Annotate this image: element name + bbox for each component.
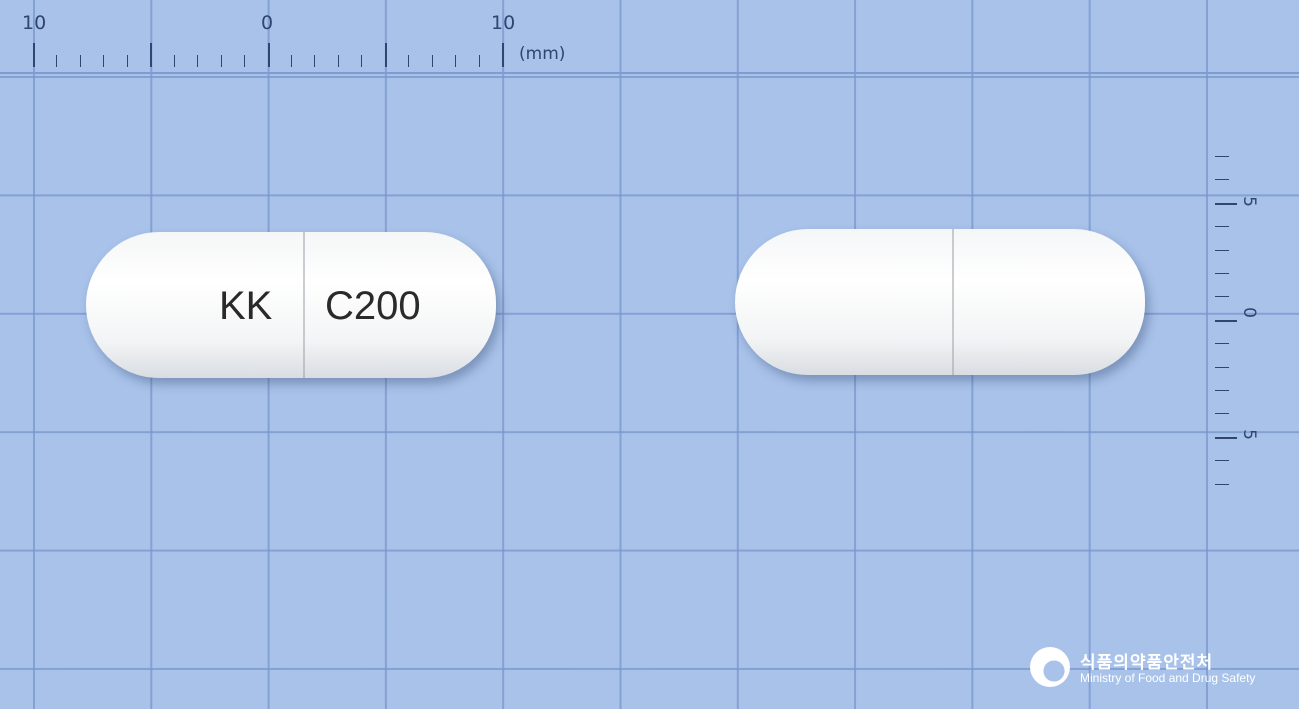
vruler-tick	[1215, 460, 1229, 462]
ruler-tick	[173, 55, 175, 67]
mfds-logo-icon	[1030, 647, 1070, 687]
vruler-tick	[1215, 296, 1229, 298]
vruler-tick	[1215, 156, 1229, 157]
imprint-c200: C200	[325, 284, 421, 328]
ruler-tick	[126, 55, 128, 67]
capsule-front-seam	[303, 232, 305, 378]
ruler-tick	[244, 55, 246, 67]
ruler-tick	[361, 55, 363, 67]
vruler-label-top-5: 5	[1238, 196, 1259, 207]
ruler-tick	[56, 55, 58, 67]
ruler-label-0: 0	[261, 12, 274, 34]
vruler-tick	[1215, 483, 1229, 485]
vruler-tick	[1215, 273, 1229, 274]
vruler-tick	[1215, 202, 1237, 205]
ruler-tick	[478, 55, 480, 67]
vruler-tick	[1215, 343, 1229, 345]
ruler-tick	[33, 43, 35, 67]
ruler-tick	[384, 43, 387, 67]
ruler-tick	[431, 55, 433, 67]
vruler-tick	[1215, 319, 1237, 322]
vruler-tick	[1215, 226, 1229, 228]
ruler-tick	[337, 55, 339, 67]
ruler-tick	[408, 55, 410, 67]
ruler-tick	[502, 43, 504, 67]
ruler-tick	[220, 55, 222, 67]
logo-english-name: Ministry of Food and Drug Safety	[1080, 671, 1256, 685]
ruler-tick	[79, 55, 81, 67]
ruler-tick	[150, 43, 153, 67]
ruler-label-left-10: 10	[22, 12, 47, 34]
ruler-label-right-10: 10	[491, 12, 516, 34]
ruler-tick	[314, 55, 316, 67]
ruler-unit-label: (mm)	[519, 44, 566, 64]
vruler-label-bottom-5: 5	[1238, 429, 1259, 440]
vruler-label-0: 0	[1238, 307, 1259, 318]
capsule-front: KK C200	[86, 232, 496, 378]
ruler-tick	[267, 43, 270, 67]
capsule-back-seam	[952, 229, 954, 375]
imprint-kk: KK	[219, 284, 273, 328]
logo-korean-name: 식품의약품안전처	[1080, 653, 1214, 673]
vruler-tick	[1215, 249, 1229, 251]
capsule-back	[735, 229, 1145, 375]
ruler-tick	[197, 55, 199, 67]
vruler-tick	[1215, 179, 1229, 181]
vruler-tick	[1215, 390, 1229, 391]
vruler-tick	[1215, 366, 1229, 368]
ruler-baseline	[0, 72, 1299, 74]
ruler-tick	[103, 55, 105, 67]
ruler-tick	[455, 55, 457, 67]
vruler-tick	[1215, 436, 1237, 439]
ruler-tick	[290, 55, 292, 67]
vruler-tick	[1215, 413, 1229, 415]
